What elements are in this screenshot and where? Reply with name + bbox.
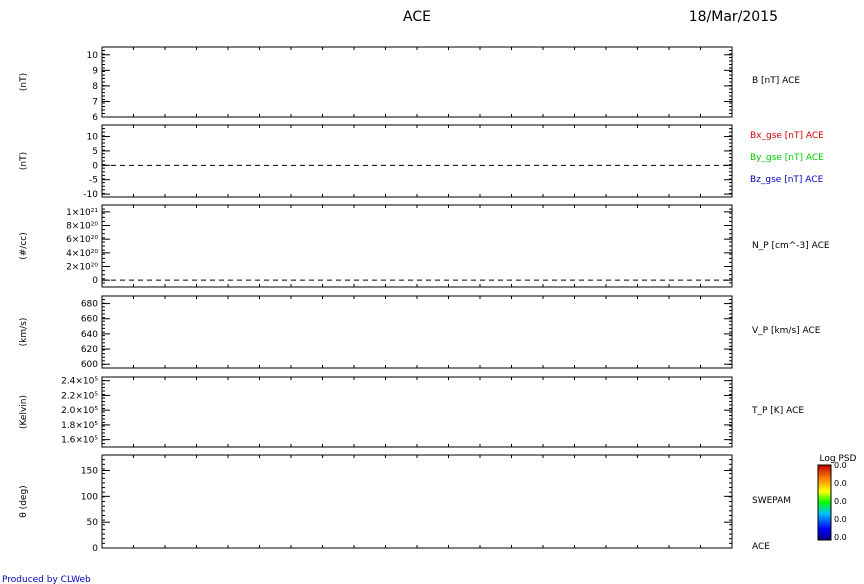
y-tick-label: 100 (81, 492, 98, 502)
colorbar-label: 0.0 (834, 497, 847, 506)
panel-4: 2.4×10⁵ 2.2×10⁵ 2.0×10⁵ 1.8×10⁵ 1.6×10⁵ (Kelv… (19, 376, 804, 448)
y-tick-label: 2.0×10⁵ (61, 406, 98, 416)
colorbar-label: 0.0 (834, 479, 847, 488)
panel-3: 680 660 640 620 600 (km/s) V_P [km/s] ACE (19, 295, 821, 370)
colorbar-label: 0.0 (834, 533, 847, 542)
y-tick-label: 2.4×10⁵ (61, 377, 98, 387)
y-tick-label: 5 (92, 147, 98, 157)
y-tick-label: 620 (81, 345, 98, 355)
y-tick-label: 1.8×10⁵ (61, 421, 98, 431)
panel-bottom-label: ACE (752, 542, 770, 552)
y-axis-label: θ (deg) (19, 485, 29, 517)
y-tick-label: 6×10²⁰ (66, 235, 98, 245)
panel-frame (101, 204, 733, 288)
panel-frame (101, 454, 733, 549)
panel-0: 10 9 8 7 6 (nT) B [nT] ACE (19, 46, 800, 123)
y-tick-label: -10 (83, 190, 98, 200)
y-axis-label: (km/s) (19, 318, 29, 347)
y-tick-label: 680 (81, 300, 98, 310)
ace-multipanel-plot: ACE 18/Mar/2015 Produced by CLWeb 10 9 8 7 6… (2, 9, 857, 584)
y-tick-label: 9 (92, 66, 98, 76)
plot-date: 18/Mar/2015 (689, 9, 778, 25)
panel-1: 10 5 0 -5 -10 (nT) Bx_gse [nT] ACE By_gse [nT] … (19, 124, 824, 200)
y-tick-label: 10 (87, 133, 99, 143)
y-tick-label: 660 (81, 315, 98, 325)
y-axis-label: (#/cc) (19, 232, 29, 260)
y-tick-label: 1×10²¹ (66, 208, 98, 218)
series-label-0: Bx_gse [nT] ACE (750, 131, 824, 141)
colorbar: Log PSD0.00.00.00.00.0 (817, 454, 857, 542)
y-tick-label: -5 (89, 176, 98, 186)
panel-series-label: B [nT] ACE (752, 76, 800, 86)
panel-frame (101, 376, 733, 448)
y-tick-label: 150 (81, 467, 98, 477)
y-tick-label: 0 (92, 161, 98, 171)
colorbar-label: 0.0 (834, 515, 847, 524)
y-tick-label: 0 (92, 544, 98, 554)
plot-title: ACE (403, 9, 431, 25)
y-tick-label: 0 (92, 276, 98, 286)
y-tick-label: 640 (81, 330, 98, 340)
y-axis-label: (nT) (19, 152, 29, 170)
panel-series-label: N_P [cm^-3] ACE (752, 241, 830, 251)
colorbar-label: 0.0 (834, 461, 847, 470)
y-tick-label: 2×10²⁰ (66, 263, 98, 273)
y-tick-label: 4×10²⁰ (66, 249, 98, 259)
panel-series-label: T_P [K] ACE (751, 406, 804, 416)
series-label-2: Bz_gse [nT] ACE (750, 175, 824, 185)
panel-series-label: SWEPAM (752, 496, 791, 506)
panels-group: 109876(nT) B [nT] ACE1050-5-10(nT)Bx_gse … (19, 46, 830, 554)
y-tick-label: 10 (87, 51, 99, 61)
panel-series-label: V_P [km/s] ACE (752, 326, 821, 336)
y-tick-label: 6 (92, 113, 98, 123)
y-tick-label: 8 (92, 82, 98, 92)
panel-frame (101, 46, 733, 118)
y-tick-label: 8×10²⁰ (66, 222, 98, 232)
y-tick-label: 600 (81, 360, 98, 370)
panel-5: 150 100 50 0 θ (deg) SWEPAM ACE (19, 454, 791, 554)
panel-2: 1×10²¹ 8×10²⁰ 6×10²⁰ 4×10²⁰ 2×10²⁰ 0 (#/cc) N_P… (19, 204, 830, 288)
colorbar-rect (817, 464, 832, 541)
y-axis-label: (nT) (19, 73, 29, 91)
y-tick-label: 1.6×10⁵ (61, 436, 98, 446)
y-axis-label: (Kelvin) (19, 395, 29, 429)
panel-frame (101, 124, 733, 198)
y-tick-label: 7 (92, 97, 98, 107)
footer-credit: Produced by CLWeb (2, 575, 91, 584)
panel-frame (101, 295, 733, 369)
series-label-1: By_gse [nT] ACE (750, 153, 824, 163)
y-tick-label: 50 (87, 518, 99, 528)
y-tick-label: 2.2×10⁵ (61, 391, 98, 401)
